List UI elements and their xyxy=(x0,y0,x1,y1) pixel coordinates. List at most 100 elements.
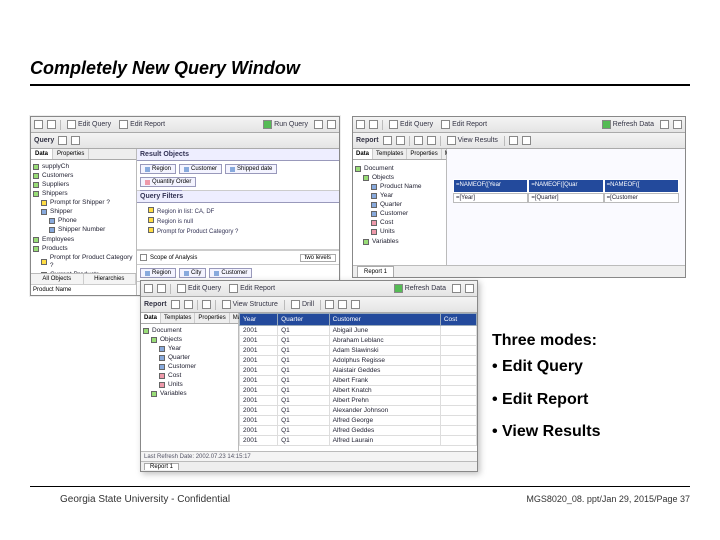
tool-icon[interactable] xyxy=(171,300,180,309)
tab-all-objects[interactable]: All Objects xyxy=(31,274,84,284)
table-row[interactable]: 2001Q1Albert Frank xyxy=(240,376,477,386)
new-icon[interactable] xyxy=(356,120,365,129)
table-row[interactable]: 2001Q1Alfred George xyxy=(240,416,477,426)
tool-icon[interactable] xyxy=(58,136,67,145)
report-canvas[interactable]: =NAMEOF([Year =NAMEOF([Quar =NAMEOF([ =[… xyxy=(447,149,685,265)
formula-cell[interactable]: =NAMEOF([ xyxy=(604,179,679,193)
report-tree[interactable]: DocumentObjectsYearQuarterCustomerCostUn… xyxy=(141,324,238,401)
edit-query-button[interactable]: Edit Query xyxy=(387,120,435,129)
table-row[interactable]: 2001Q1Alaistair Geddes xyxy=(240,366,477,376)
tool-icon[interactable] xyxy=(184,300,193,309)
scope-of-analysis-bar[interactable]: Scope of Analysis two levels xyxy=(137,250,339,264)
close-icon[interactable] xyxy=(327,120,336,129)
tab-data[interactable]: Data xyxy=(141,313,161,323)
tab-templates[interactable]: Templates xyxy=(161,313,195,323)
tab-properties[interactable]: Properties xyxy=(195,313,229,323)
table-row[interactable]: 2001Q1Abigail June xyxy=(240,326,477,336)
table-row[interactable]: 2001Q1Albert Knatch xyxy=(240,386,477,396)
tree-node[interactable]: Quarter xyxy=(143,353,236,362)
new-icon[interactable] xyxy=(34,120,43,129)
drill-button[interactable]: Drill xyxy=(289,300,316,309)
tab-data[interactable]: Data xyxy=(31,149,53,159)
tab-templates[interactable]: Templates xyxy=(373,149,407,159)
object-chip[interactable]: Region xyxy=(140,268,176,278)
column-header[interactable]: Cost xyxy=(440,314,476,326)
filter-node[interactable]: Prompt for Product Category ? xyxy=(140,226,336,236)
tree-node[interactable]: Products xyxy=(33,244,134,253)
tree-node[interactable]: Variables xyxy=(355,237,444,246)
scope-chips[interactable]: RegionCityCustomer xyxy=(137,264,339,281)
tool-icon[interactable] xyxy=(71,136,80,145)
filter-node[interactable]: Region in list: CA, DF xyxy=(140,206,336,216)
result-objects-zone[interactable]: RegionCustomerShipped date Quantity Order xyxy=(137,161,339,190)
object-chip[interactable]: Shipped date xyxy=(225,164,277,174)
tree-node[interactable]: Phone xyxy=(33,217,134,226)
tool-icon[interactable] xyxy=(351,300,360,309)
run-query-button[interactable]: Run Query xyxy=(261,120,310,129)
column-header[interactable]: Customer xyxy=(329,314,440,326)
tool-icon[interactable] xyxy=(202,300,211,309)
scope-level-select[interactable]: two levels xyxy=(300,254,336,262)
table-row[interactable]: 2001Q1Alexander Johnson xyxy=(240,406,477,416)
tool-icon[interactable] xyxy=(509,136,518,145)
tree-node[interactable]: Year xyxy=(355,191,444,200)
query-filters-zone[interactable]: Region in list: CA, DFRegion is nullProm… xyxy=(137,203,339,239)
tree-node[interactable]: supplyCh xyxy=(33,162,134,171)
tree-node[interactable]: Units xyxy=(355,228,444,237)
tool-icon[interactable] xyxy=(414,136,423,145)
table-row[interactable]: 2001Q1Alfred Geddes xyxy=(240,426,477,436)
help-icon[interactable] xyxy=(660,120,669,129)
edit-query-button[interactable]: Edit Query xyxy=(175,284,223,293)
tab-hierarchies[interactable]: Hierarchies xyxy=(84,274,137,284)
tree-node[interactable]: Customer xyxy=(143,363,236,372)
tree-node[interactable]: Customers xyxy=(33,171,134,180)
report-tab[interactable]: Report 1 xyxy=(357,266,394,277)
binding-cell[interactable]: =[Year] xyxy=(453,193,528,203)
help-icon[interactable] xyxy=(314,120,323,129)
tree-node[interactable]: Prompt for Product Category ? xyxy=(33,253,134,270)
tree-node[interactable]: Units xyxy=(143,381,236,390)
tree-node[interactable]: Shipper Number xyxy=(33,226,134,235)
object-chip[interactable]: Customer xyxy=(209,268,252,278)
tree-node[interactable]: Document xyxy=(143,326,236,335)
new-icon[interactable] xyxy=(144,284,153,293)
edit-query-button[interactable]: Edit Query xyxy=(65,120,113,129)
filter-node[interactable]: Region is null xyxy=(140,216,336,226)
formula-cell[interactable]: =NAMEOF([Quar xyxy=(528,179,603,193)
tool-icon[interactable] xyxy=(522,136,531,145)
tab-properties[interactable]: Properties xyxy=(53,149,89,159)
tree-node[interactable]: Cost xyxy=(355,219,444,228)
tree-node[interactable]: Suppliers xyxy=(33,180,134,189)
table-row[interactable]: 2001Q1Alfred Laurain xyxy=(240,436,477,446)
table-row[interactable]: 2001Q1Albert Prehn xyxy=(240,396,477,406)
tree-node[interactable]: Objects xyxy=(143,335,236,344)
refresh-data-button[interactable]: Refresh Data xyxy=(600,120,656,129)
tab-data[interactable]: Data xyxy=(353,149,373,159)
results-table-area[interactable]: YearQuarterCustomerCost 2001Q1Abigail Ju… xyxy=(239,313,477,451)
object-chip[interactable]: Quantity Order xyxy=(140,177,196,187)
object-chip[interactable]: City xyxy=(179,268,206,278)
tree-node[interactable]: Employees xyxy=(33,235,134,244)
table-row[interactable]: 2001Q1Abraham Leblanc xyxy=(240,336,477,346)
tab-properties[interactable]: Properties xyxy=(407,149,441,159)
tree-node[interactable]: Year xyxy=(143,344,236,353)
tree-node[interactable]: Shipper xyxy=(33,208,134,217)
table-row[interactable]: 2001Q1Adam Slawinski xyxy=(240,346,477,356)
edit-report-button[interactable]: Edit Report xyxy=(117,120,167,129)
tree-node[interactable]: Document xyxy=(355,164,444,173)
tree-node[interactable]: Cost xyxy=(143,372,236,381)
binding-cell[interactable]: =[Customer xyxy=(604,193,679,203)
tree-node[interactable]: Shippers xyxy=(33,189,134,198)
object-tree[interactable]: supplyChCustomersSuppliersShippers Prompt… xyxy=(31,160,136,273)
open-icon[interactable] xyxy=(47,120,56,129)
table-row[interactable]: 2001Q1Adolphus Regisse xyxy=(240,356,477,366)
edit-report-button[interactable]: Edit Report xyxy=(227,284,277,293)
view-structure-button[interactable]: View Structure xyxy=(220,300,280,309)
help-icon[interactable] xyxy=(452,284,461,293)
tree-node[interactable]: Objects xyxy=(355,173,444,182)
close-icon[interactable] xyxy=(465,284,474,293)
object-chip[interactable]: Region xyxy=(140,164,176,174)
tool-icon[interactable] xyxy=(396,136,405,145)
object-chip[interactable]: Customer xyxy=(179,164,222,174)
tree-node[interactable]: Product Name xyxy=(355,182,444,191)
